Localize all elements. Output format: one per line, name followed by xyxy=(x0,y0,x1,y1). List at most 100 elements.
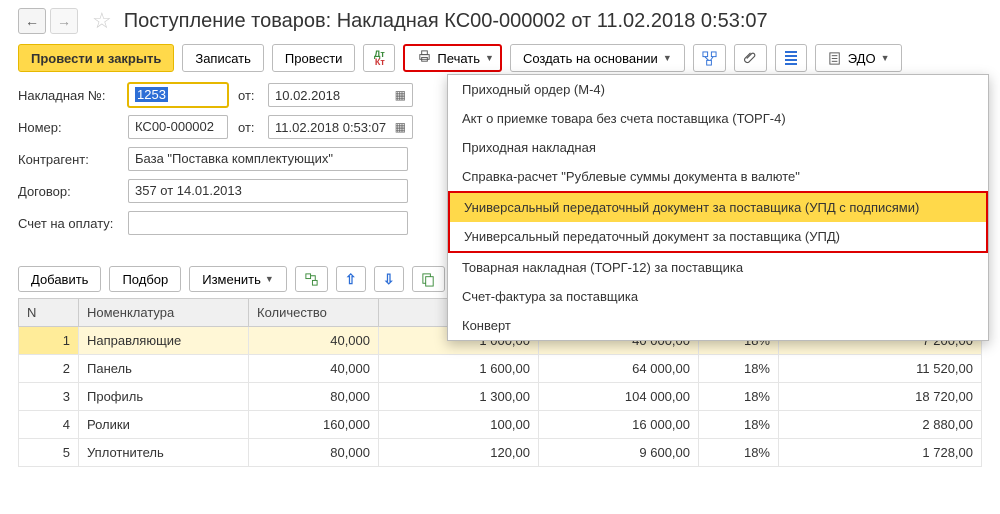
cell-sum[interactable]: 64 000,00 xyxy=(539,355,699,383)
cell-price[interactable]: 1 600,00 xyxy=(379,355,539,383)
bill-label: Счет на оплату: xyxy=(18,216,128,231)
structure-button[interactable] xyxy=(693,44,726,72)
cell-qty[interactable]: 80,000 xyxy=(249,439,379,467)
table-row[interactable]: 2Панель40,0001 600,0064 000,0018%11 520,… xyxy=(19,355,982,383)
edo-button[interactable]: ЭДО ▼ xyxy=(815,44,903,72)
cell-sum[interactable]: 16 000,00 xyxy=(539,411,699,439)
dtkt-icon: ДтКт xyxy=(374,50,385,66)
calendar-icon[interactable]: ▦ xyxy=(395,120,406,134)
edo-icon xyxy=(828,51,843,66)
chevron-down-icon: ▼ xyxy=(485,53,494,63)
cell-vatsum[interactable]: 11 520,00 xyxy=(779,355,982,383)
forward-button[interactable]: → xyxy=(50,8,78,34)
cell-item[interactable]: Профиль xyxy=(79,383,249,411)
counterparty-input[interactable]: База "Поставка комплектующих" xyxy=(128,147,408,171)
print-menu-item[interactable]: Конверт xyxy=(448,311,988,340)
print-menu-item[interactable]: Универсальный передаточный документ за п… xyxy=(450,193,986,222)
cell-item[interactable]: Направляющие xyxy=(79,327,249,355)
col-n[interactable]: N xyxy=(19,299,79,327)
fill-button[interactable] xyxy=(295,266,328,292)
cell-vatsum[interactable]: 2 880,00 xyxy=(779,411,982,439)
contract-input[interactable]: 357 от 14.01.2013 xyxy=(128,179,408,203)
cell-price[interactable]: 1 300,00 xyxy=(379,383,539,411)
printer-icon xyxy=(417,49,432,67)
cell-vat[interactable]: 18% xyxy=(699,439,779,467)
cell-vat[interactable]: 18% xyxy=(699,383,779,411)
cell-n[interactable]: 2 xyxy=(19,355,79,383)
print-menu-item[interactable]: Товарная накладная (ТОРГ-12) за поставщи… xyxy=(448,253,988,282)
print-menu-item[interactable]: Универсальный передаточный документ за п… xyxy=(450,222,986,251)
print-button[interactable]: Печать ▼ xyxy=(403,44,502,72)
chevron-down-icon: ▼ xyxy=(881,53,890,63)
cell-qty[interactable]: 160,000 xyxy=(249,411,379,439)
copy-button[interactable] xyxy=(412,266,445,292)
cell-n[interactable]: 3 xyxy=(19,383,79,411)
cell-price[interactable]: 100,00 xyxy=(379,411,539,439)
structure-icon xyxy=(702,51,717,66)
number-label: Номер: xyxy=(18,120,128,135)
page-title: Поступление товаров: Накладная КС00-0000… xyxy=(124,10,768,33)
add-row-button[interactable]: Добавить xyxy=(18,266,101,292)
cell-item[interactable]: Уплотнитель xyxy=(79,439,249,467)
create-based-label: Создать на основании xyxy=(523,51,658,66)
col-qty[interactable]: Количество xyxy=(249,299,379,327)
cell-vatsum[interactable]: 18 720,00 xyxy=(779,383,982,411)
create-based-button[interactable]: Создать на основании ▼ xyxy=(510,44,685,72)
print-menu-item[interactable]: Счет-фактура за поставщика xyxy=(448,282,988,311)
cell-vat[interactable]: 18% xyxy=(699,355,779,383)
print-dropdown: Приходный ордер (М-4) Акт о приемке това… xyxy=(447,74,989,341)
table-row[interactable]: 3Профиль80,0001 300,00104 000,0018%18 72… xyxy=(19,383,982,411)
attachment-button[interactable] xyxy=(734,44,767,72)
invoice-no-input[interactable]: 1253 xyxy=(128,83,228,107)
favorite-icon[interactable]: ☆ xyxy=(92,8,112,34)
cell-vatsum[interactable]: 1 728,00 xyxy=(779,439,982,467)
cell-price[interactable]: 120,00 xyxy=(379,439,539,467)
paperclip-icon xyxy=(743,51,758,66)
cell-sum[interactable]: 104 000,00 xyxy=(539,383,699,411)
move-down-button[interactable]: ⇩ xyxy=(374,266,404,292)
number-input[interactable]: КС00-000002 xyxy=(128,115,228,139)
cell-qty[interactable]: 80,000 xyxy=(249,383,379,411)
edo-label: ЭДО xyxy=(848,51,876,66)
print-menu-item[interactable]: Приходная накладная xyxy=(448,133,988,162)
post-button[interactable]: Провести xyxy=(272,44,356,72)
chevron-down-icon: ▼ xyxy=(265,274,274,284)
from-label: от: xyxy=(238,88,268,103)
cell-item[interactable]: Панель xyxy=(79,355,249,383)
cell-vat[interactable]: 18% xyxy=(699,411,779,439)
arrow-down-icon: ⇩ xyxy=(383,271,395,288)
arrow-up-icon: ⇧ xyxy=(345,271,357,288)
print-menu-item[interactable]: Приходный ордер (М-4) xyxy=(448,75,988,104)
cell-qty[interactable]: 40,000 xyxy=(249,355,379,383)
post-and-close-button[interactable]: Провести и закрыть xyxy=(18,44,174,72)
table-row[interactable]: 4Ролики160,000100,0016 000,0018%2 880,00 xyxy=(19,411,982,439)
chevron-down-icon: ▼ xyxy=(663,53,672,63)
cell-n[interactable]: 1 xyxy=(19,327,79,355)
fill-icon xyxy=(304,272,319,287)
dtkt-button[interactable]: ДтКт xyxy=(363,44,395,72)
select-items-button[interactable]: Подбор xyxy=(109,266,181,292)
print-menu-item[interactable]: Акт о приемке товара без счета поставщик… xyxy=(448,104,988,133)
from-label: от: xyxy=(238,120,268,135)
save-button[interactable]: Записать xyxy=(182,44,264,72)
calendar-icon[interactable]: ▦ xyxy=(395,88,406,102)
cell-n[interactable]: 5 xyxy=(19,439,79,467)
lines-button[interactable] xyxy=(775,44,807,72)
contract-label: Договор: xyxy=(18,184,128,199)
bill-input[interactable] xyxy=(128,211,408,235)
change-button[interactable]: Изменить ▼ xyxy=(189,266,287,292)
counterparty-label: Контрагент: xyxy=(18,152,128,167)
cell-qty[interactable]: 40,000 xyxy=(249,327,379,355)
invoice-date-input[interactable]: 10.02.2018 ▦ xyxy=(268,83,413,107)
cell-n[interactable]: 4 xyxy=(19,411,79,439)
copy-icon xyxy=(421,272,436,287)
back-button[interactable]: ← xyxy=(18,8,46,34)
cell-item[interactable]: Ролики xyxy=(79,411,249,439)
col-item[interactable]: Номенклатура xyxy=(79,299,249,327)
move-up-button[interactable]: ⇧ xyxy=(336,266,366,292)
doc-date-input[interactable]: 11.02.2018 0:53:07 ▦ xyxy=(268,115,413,139)
print-menu-item[interactable]: Справка-расчет "Рублевые суммы документа… xyxy=(448,162,988,191)
table-row[interactable]: 5Уплотнитель80,000120,009 600,0018%1 728… xyxy=(19,439,982,467)
cell-sum[interactable]: 9 600,00 xyxy=(539,439,699,467)
print-label: Печать xyxy=(437,51,480,66)
